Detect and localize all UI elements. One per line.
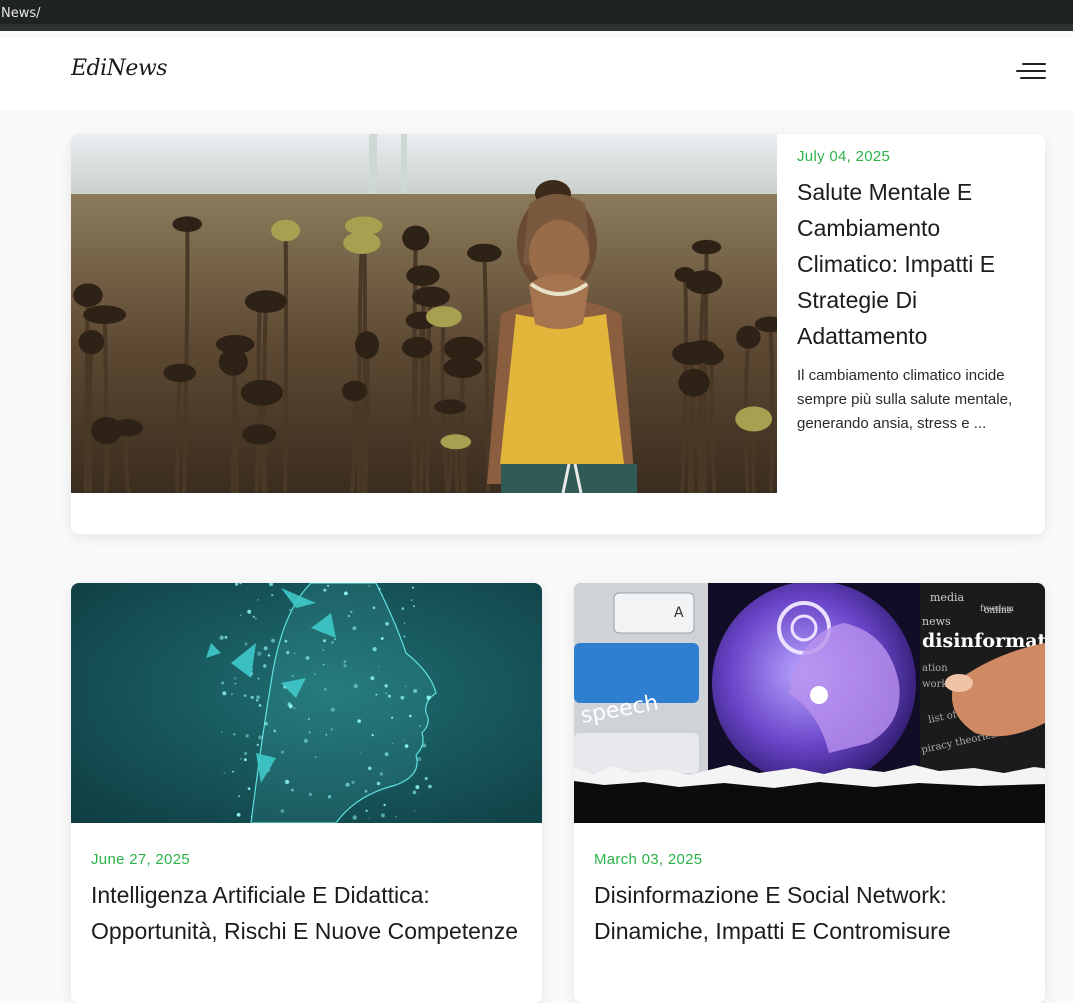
article-date: July 04, 2025 — [797, 148, 891, 165]
article-image — [71, 583, 542, 823]
image-word: freedom — [980, 604, 1014, 613]
image-word: work — [922, 679, 948, 690]
article-date: March 03, 2025 — [594, 851, 703, 868]
site-header: EdiNews — [0, 38, 1073, 110]
article-date: June 27, 2025 — [91, 851, 190, 868]
featured-article-card[interactable]: July 04, 2025 Salute Mentale E Cambiamen… — [71, 134, 1045, 534]
article-card[interactable]: A speech media online news freedom disin… — [574, 583, 1045, 1003]
featured-article-image — [71, 134, 777, 493]
image-word: news — [922, 615, 951, 628]
hamburger-icon[interactable] — [1016, 61, 1046, 83]
browser-bar: News/ — [0, 0, 1073, 31]
article-title[interactable]: Disinformazione E Social Network: Dinami… — [594, 877, 1024, 949]
site-logo[interactable]: EdiNews — [71, 56, 168, 81]
breadcrumb: News/ — [1, 6, 41, 21]
article-title[interactable]: Intelligenza Artificiale E Didattica: Op… — [91, 877, 521, 949]
key-letter: A — [674, 605, 684, 621]
image-word: media — [930, 591, 965, 604]
image-word: ation — [922, 663, 948, 674]
article-card[interactable]: June 27, 2025 Intelligenza Artificiale E… — [71, 583, 542, 1003]
article-image: A speech media online news freedom disin… — [574, 583, 1045, 823]
article-excerpt: Il cambiamento climatico incide sempre p… — [797, 367, 1013, 432]
article-title[interactable]: Salute Mentale E Cambiamento Climatico: … — [797, 174, 1033, 354]
